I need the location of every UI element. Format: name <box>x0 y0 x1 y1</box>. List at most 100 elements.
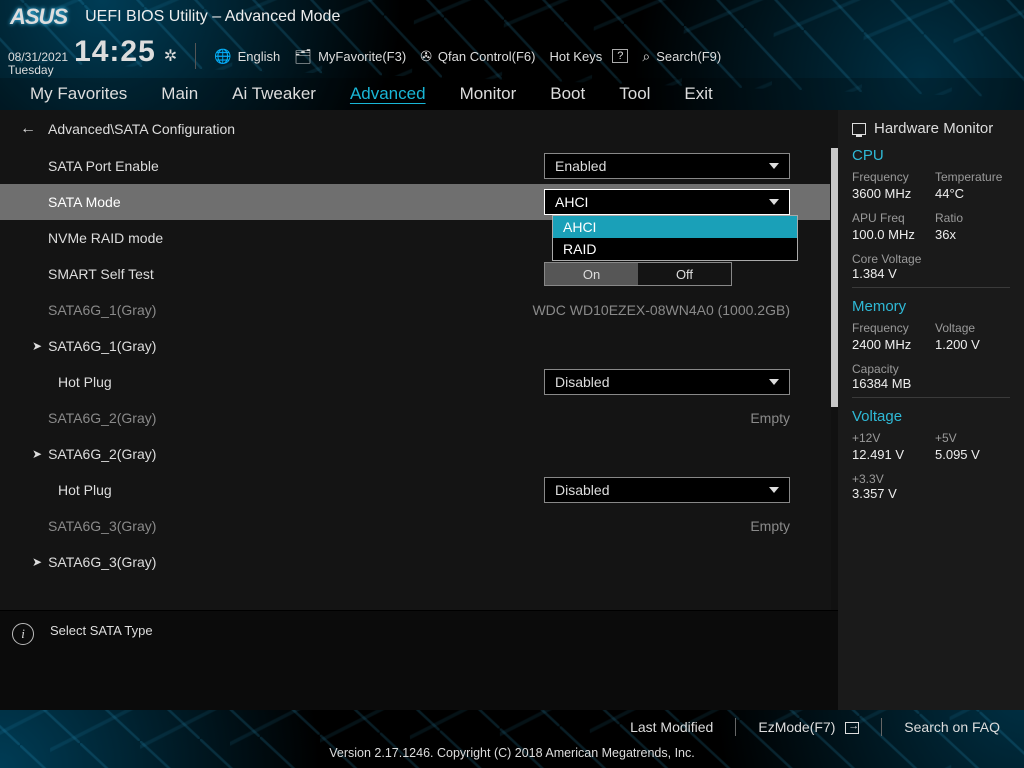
qfan-label: Qfan Control(F6) <box>438 49 536 64</box>
last-modified-button[interactable]: Last Modified <box>630 719 713 735</box>
sata-mode-value: AHCI <box>555 194 588 210</box>
hotplug1-label: Hot Plug <box>58 374 544 390</box>
volt-12-value: 12.491 V <box>852 447 927 462</box>
tab-ai-tweaker[interactable]: Ai Tweaker <box>232 84 316 110</box>
port3-info-value: Empty <box>750 518 790 534</box>
breadcrumb-text: Advanced\SATA Configuration <box>48 121 235 137</box>
chevron-right-icon: ➤ <box>32 447 42 461</box>
mem-voltage-value: 1.200 V <box>935 337 1010 352</box>
cpu-ratio-label: Ratio <box>935 211 1010 225</box>
settings-scrollbar[interactable] <box>831 148 838 610</box>
mem-voltage-label: Voltage <box>935 321 1010 335</box>
hotplug2-select[interactable]: Disabled <box>544 477 790 503</box>
app-title: UEFI BIOS Utility – Advanced Mode <box>85 8 340 26</box>
volt-33-label: +3.3V <box>852 472 1010 486</box>
chevron-right-icon: ➤ <box>32 555 42 569</box>
smart-toggle-on[interactable]: On <box>545 263 638 285</box>
volt-33-value: 3.357 V <box>852 486 1010 501</box>
sata-mode-option-ahci[interactable]: AHCI <box>553 216 797 238</box>
tab-my-favorites[interactable]: My Favorites <box>30 84 127 110</box>
hotplug1-select[interactable]: Disabled <box>544 369 790 395</box>
hardware-monitor-title: Hardware Monitor <box>874 120 993 137</box>
sata-mode-label: SATA Mode <box>48 194 544 210</box>
port3-header-label: SATA6G_3(Gray) <box>48 554 790 570</box>
sata-port-enable-select[interactable]: Enabled <box>544 153 790 179</box>
hotplug2-label: Hot Plug <box>58 482 544 498</box>
cpu-corev-value: 1.384 V <box>852 266 1010 281</box>
search-button[interactable]: ⌕ Search(F9) <box>642 48 721 65</box>
port2-info-label: SATA6G_2(Gray) <box>48 410 750 426</box>
search-icon: ⌕ <box>642 48 650 65</box>
memory-section-title: Memory <box>852 298 1010 315</box>
row-smart-self-test[interactable]: SMART Self Test On Off <box>0 256 830 292</box>
myfavorite-button[interactable]: 🗂 MyFavorite(F3) <box>294 48 406 65</box>
day-text: Tuesday <box>8 64 68 77</box>
tab-exit[interactable]: Exit <box>684 84 712 110</box>
sata-mode-select[interactable]: AHCI <box>544 189 790 215</box>
mem-capacity-value: 16384 MB <box>852 376 1010 391</box>
mem-frequency-value: 2400 MHz <box>852 337 927 352</box>
smart-toggle[interactable]: On Off <box>544 262 732 286</box>
search-faq-button[interactable]: Search on FAQ <box>904 719 1000 735</box>
tab-monitor[interactable]: Monitor <box>460 84 517 110</box>
top-toolbar: 08/31/2021 Tuesday 14:25 ✲ 🌐 English 🗂 M… <box>0 34 1024 78</box>
sata-port-enable-label: SATA Port Enable <box>48 158 544 174</box>
sata-mode-dropdown: AHCI RAID <box>552 215 798 261</box>
language-label: English <box>238 49 281 64</box>
chevron-right-icon: ➤ <box>32 339 42 353</box>
cpu-apu-value: 100.0 MHz <box>852 227 927 242</box>
tab-boot[interactable]: Boot <box>550 84 585 110</box>
chevron-down-icon <box>769 379 779 385</box>
language-selector[interactable]: 🌐 English <box>214 48 280 65</box>
ezmode-button[interactable]: EzMode(F7) <box>758 719 859 735</box>
tab-tool[interactable]: Tool <box>619 84 650 110</box>
globe-icon: 🌐 <box>214 48 231 65</box>
main-nav-tabs: My Favorites Main Ai Tweaker Advanced Mo… <box>0 78 1024 110</box>
version-text: Version 2.17.1246. Copyright (C) 2018 Am… <box>0 746 1024 768</box>
cpu-section-title: CPU <box>852 147 1010 164</box>
smart-label: SMART Self Test <box>48 266 544 282</box>
sata-mode-option-raid[interactable]: RAID <box>553 238 797 260</box>
volt-5-value: 5.095 V <box>935 447 1010 462</box>
back-arrow-icon[interactable]: ← <box>20 120 36 138</box>
port1-info-label: SATA6G_1(Gray) <box>48 302 532 318</box>
hardware-monitor-panel: Hardware Monitor CPU Frequency Temperatu… <box>838 110 1024 710</box>
hotkeys-button[interactable]: Hot Keys ? <box>549 49 628 64</box>
row-sata6g-2-info: SATA6G_2(Gray) Empty <box>0 400 830 436</box>
row-sata-port-enable[interactable]: SATA Port Enable Enabled <box>0 148 830 184</box>
question-icon: ? <box>612 49 628 63</box>
port1-header-label: SATA6G_1(Gray) <box>48 338 790 354</box>
cpu-corev-label: Core Voltage <box>852 252 1010 266</box>
row-sata6g-1-header[interactable]: ➤ SATA6G_1(Gray) <box>0 328 830 364</box>
tab-main[interactable]: Main <box>161 84 198 110</box>
mem-frequency-label: Frequency <box>852 321 927 335</box>
cpu-temperature-label: Temperature <box>935 170 1010 184</box>
smart-toggle-off[interactable]: Off <box>638 263 731 285</box>
voltage-section-title: Voltage <box>852 408 1010 425</box>
info-icon: i <box>12 623 34 645</box>
cpu-ratio-value: 36x <box>935 227 1010 242</box>
row-sata6g-1-info: SATA6G_1(Gray) WDC WD10EZEX-08WN4A0 (100… <box>0 292 830 328</box>
row-sata6g-3-header[interactable]: ➤ SATA6G_3(Gray) <box>0 544 830 580</box>
clock-settings-icon[interactable]: ✲ <box>164 46 177 66</box>
help-text: Select SATA Type <box>50 623 153 638</box>
row-sata6g-2-header[interactable]: ➤ SATA6G_2(Gray) <box>0 436 830 472</box>
row-hot-plug-1[interactable]: Hot Plug Disabled <box>0 364 830 400</box>
row-sata-mode[interactable]: SATA Mode AHCI AHCI RAID <box>0 184 830 220</box>
nvme-raid-label: NVMe RAID mode <box>48 230 544 246</box>
port2-header-label: SATA6G_2(Gray) <box>48 446 790 462</box>
chevron-down-icon <box>769 487 779 493</box>
myfavorite-label: MyFavorite(F3) <box>318 49 406 64</box>
sata-port-enable-value: Enabled <box>555 158 606 174</box>
monitor-icon <box>852 123 866 135</box>
hotplug2-value: Disabled <box>555 482 609 498</box>
cpu-temperature-value: 44°C <box>935 186 1010 201</box>
hotplug1-value: Disabled <box>555 374 609 390</box>
tab-advanced[interactable]: Advanced <box>350 84 426 110</box>
hotkeys-label: Hot Keys <box>549 49 602 64</box>
scrollbar-thumb[interactable] <box>831 148 838 407</box>
row-sata6g-3-info: SATA6G_3(Gray) Empty <box>0 508 830 544</box>
row-hot-plug-2[interactable]: Hot Plug Disabled <box>0 472 830 508</box>
qfan-button[interactable]: ✇ Qfan Control(F6) <box>420 48 535 65</box>
chevron-down-icon <box>769 199 779 205</box>
